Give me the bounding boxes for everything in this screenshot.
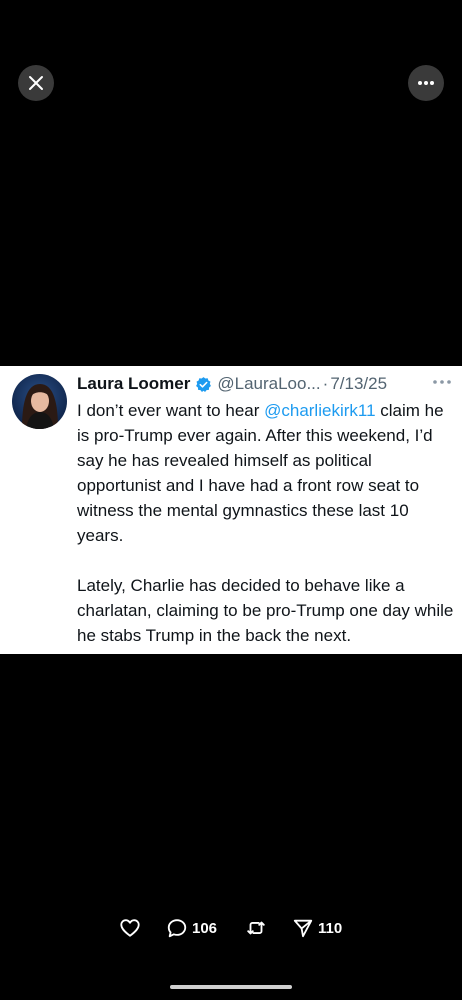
tweet-more-icon: [433, 380, 451, 384]
tweet-date: 7/13/25: [330, 374, 388, 393]
avatar: [12, 374, 67, 429]
reply-count: 106: [192, 919, 218, 937]
handle: @LauraLoo...: [217, 374, 321, 393]
more-horizontal-icon: [418, 81, 434, 85]
tweet-header: Laura Loomer @LauraLoo... · 7/13/25: [77, 372, 452, 396]
comment-icon: [167, 919, 187, 938]
share-button[interactable]: 110: [292, 915, 342, 941]
home-indicator[interactable]: [170, 985, 292, 989]
share-icon: [293, 919, 313, 938]
verified-badge-icon: [196, 376, 212, 392]
reply-button[interactable]: 106: [166, 915, 217, 941]
mention-link: @charliekirk11: [264, 401, 376, 420]
share-count: 110: [318, 919, 343, 937]
close-button[interactable]: [18, 65, 54, 101]
like-button[interactable]: [119, 915, 141, 941]
media-viewer: Laura Loomer @LauraLoo... · 7/13/25 I do…: [0, 0, 462, 1000]
retweet-button[interactable]: [245, 915, 267, 941]
tweet-paragraph-2: Lately, Charlie has decided to behave li…: [77, 576, 454, 645]
display-name: Laura Loomer: [77, 374, 191, 393]
action-bar: 106 110: [0, 915, 462, 941]
close-icon: [29, 76, 43, 90]
tweet-screenshot-image: Laura Loomer @LauraLoo... · 7/13/25 I do…: [0, 366, 462, 654]
heart-icon: [120, 919, 140, 937]
more-options-button[interactable]: [408, 65, 444, 101]
tweet-paragraph-1: I don’t ever want to hear @charliekirk11…: [77, 401, 444, 545]
tweet-text: I don’t ever want to hear @charliekirk11…: [77, 398, 457, 648]
separator-dot: ·: [322, 374, 329, 393]
retweet-icon: [247, 921, 265, 935]
